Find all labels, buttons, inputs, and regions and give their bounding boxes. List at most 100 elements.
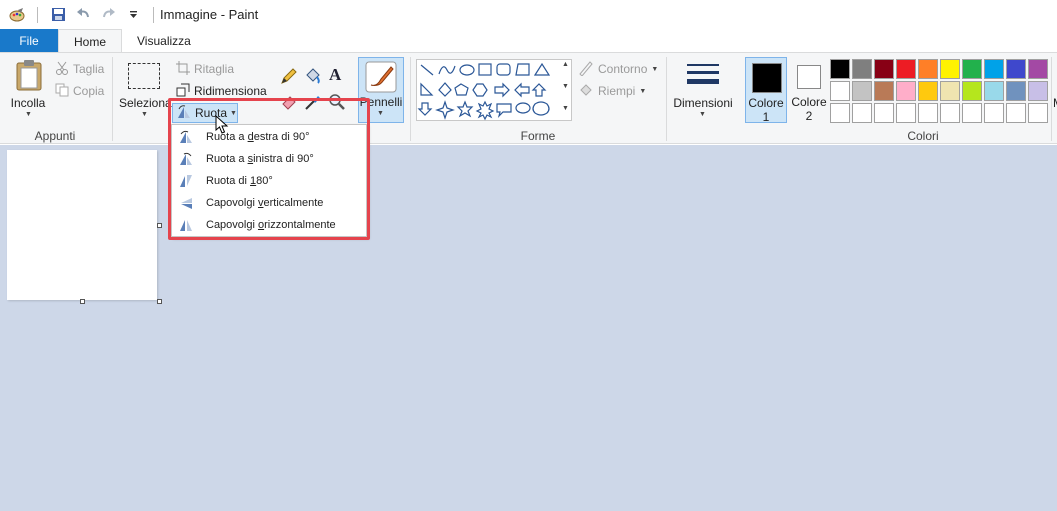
- palette-swatch[interactable]: [874, 59, 894, 79]
- paste-caret-icon[interactable]: ▼: [25, 111, 32, 118]
- rotate-left-icon: [178, 151, 194, 167]
- brushes-button[interactable]: Pennelli ▼: [358, 57, 404, 123]
- shapes-scroll[interactable]: ▲ ▼ ▼: [560, 59, 572, 121]
- palette-swatch-empty[interactable]: [852, 103, 872, 123]
- fill-caret-icon: ▼: [639, 87, 647, 95]
- palette-swatch-empty[interactable]: [874, 103, 894, 123]
- color1-label: Colore: [748, 96, 784, 110]
- palette-swatch[interactable]: [918, 59, 938, 79]
- flip-horizontal-icon: [178, 217, 194, 233]
- size-caret-icon: ▼: [699, 111, 706, 118]
- copy-button[interactable]: Copia: [55, 81, 104, 101]
- crop-button[interactable]: Ritaglia: [176, 59, 234, 79]
- palette-swatch[interactable]: [830, 81, 850, 101]
- palette-swatch[interactable]: [874, 81, 894, 101]
- scroll-up-icon[interactable]: ▲: [562, 61, 569, 68]
- resize-handle-bottom[interactable]: [80, 299, 85, 304]
- palette-swatch-empty[interactable]: [830, 103, 850, 123]
- paint-app-icon[interactable]: [8, 6, 26, 24]
- size-button[interactable]: Dimensioni ▼: [671, 57, 735, 123]
- resize-handle-right[interactable]: [157, 223, 162, 228]
- menu-flip-vertical[interactable]: Capovolgi verticalmente: [172, 192, 366, 214]
- group-separator: [1051, 57, 1052, 141]
- shapes-group-label: Forme: [520, 129, 556, 143]
- canvas-workspace[interactable]: [0, 145, 1057, 511]
- scroll-down-icon[interactable]: ▼: [562, 83, 569, 90]
- mouse-cursor-icon: [215, 114, 229, 138]
- expand-icon[interactable]: ▼: [562, 105, 569, 112]
- palette-swatch-empty[interactable]: [1006, 103, 1026, 123]
- color1-button[interactable]: Colore 1: [745, 57, 787, 124]
- text-tool-icon[interactable]: A: [329, 65, 341, 85]
- tab-file[interactable]: File: [0, 29, 58, 53]
- rotate-icon: [176, 104, 192, 122]
- brush-icon: [365, 61, 397, 96]
- palette-swatch[interactable]: [852, 59, 872, 79]
- palette-swatch[interactable]: [962, 59, 982, 79]
- palette-swatch[interactable]: [1028, 81, 1048, 101]
- fill-icon[interactable]: [304, 67, 322, 88]
- palette-swatch[interactable]: [1006, 59, 1026, 79]
- palette-swatch[interactable]: [984, 81, 1004, 101]
- select-button[interactable]: Seleziona: [115, 96, 172, 110]
- palette-swatch-empty[interactable]: [918, 103, 938, 123]
- resize-button[interactable]: Ridimensiona: [176, 81, 267, 101]
- separator: [153, 6, 154, 23]
- palette-swatch-empty[interactable]: [984, 103, 1004, 123]
- color2-label: Colore: [791, 95, 827, 109]
- resize-handle-corner[interactable]: [157, 299, 162, 304]
- palette-swatch[interactable]: [918, 81, 938, 101]
- fill-shape-icon: [578, 82, 594, 101]
- menu-rotate-left[interactable]: Ruota a sinistra di 90°: [172, 148, 366, 170]
- palette-swatch[interactable]: [830, 59, 850, 79]
- outline-button[interactable]: Contorno ▼: [578, 59, 658, 79]
- palette-swatch-empty[interactable]: [940, 103, 960, 123]
- color-picker-icon[interactable]: [304, 93, 322, 114]
- cut-label: Taglia: [73, 62, 105, 76]
- palette-swatch[interactable]: [1006, 81, 1026, 101]
- undo-icon[interactable]: [74, 6, 92, 24]
- tab-view[interactable]: Visualizza: [122, 29, 206, 53]
- palette-swatch[interactable]: [896, 59, 916, 79]
- fill-button[interactable]: Riempi ▼: [578, 81, 646, 101]
- select-icon[interactable]: [128, 63, 160, 89]
- menu-rotate-right[interactable]: Ruota a destra di 90°: [172, 126, 366, 148]
- outline-icon: [578, 60, 594, 79]
- pencil-icon[interactable]: [280, 67, 298, 88]
- line-width-icon: [687, 63, 719, 92]
- menu-rotate-180[interactable]: Ruota di 180°: [172, 170, 366, 192]
- redo-icon[interactable]: [99, 6, 117, 24]
- palette-swatch[interactable]: [896, 81, 916, 101]
- copy-label: Copia: [73, 84, 105, 98]
- tab-home[interactable]: Home: [58, 29, 123, 53]
- save-icon[interactable]: [49, 6, 67, 24]
- select-caret-icon[interactable]: ▼: [141, 111, 148, 118]
- palette-swatch[interactable]: [1028, 59, 1048, 79]
- palette-swatch[interactable]: [940, 81, 960, 101]
- paste-button[interactable]: Incolla: [8, 96, 48, 110]
- clipboard-icon[interactable]: [16, 59, 42, 94]
- palette-swatch[interactable]: [852, 81, 872, 101]
- window-title: Immagine - Paint: [160, 7, 259, 22]
- palette-swatch[interactable]: [962, 81, 982, 101]
- magnifier-icon[interactable]: [328, 93, 346, 114]
- palette-swatch-empty[interactable]: [896, 103, 916, 123]
- rotate-right-icon: [178, 129, 194, 145]
- customize-toolbar-icon[interactable]: [124, 6, 142, 24]
- size-label: Dimensioni: [673, 96, 733, 110]
- outline-label: Contorno: [598, 62, 648, 76]
- palette-swatch[interactable]: [940, 59, 960, 79]
- palette-swatch-empty[interactable]: [1028, 103, 1048, 123]
- menu-flip-horizontal-label: Capovolgi orizzontalmente: [206, 219, 336, 231]
- more-colors-button[interactable]: M: [1053, 96, 1057, 110]
- palette-swatch[interactable]: [984, 59, 1004, 79]
- eraser-icon[interactable]: [280, 93, 298, 114]
- crop-icon: [176, 60, 190, 78]
- rotate-caret-icon: ▼: [230, 109, 237, 117]
- drawing-canvas[interactable]: [7, 150, 157, 300]
- menu-flip-horizontal[interactable]: Capovolgi orizzontalmente: [172, 214, 366, 236]
- shapes-gallery[interactable]: [416, 59, 572, 121]
- cut-button[interactable]: Taglia: [55, 59, 104, 79]
- color2-button[interactable]: Colore 2: [788, 57, 830, 123]
- palette-swatch-empty[interactable]: [962, 103, 982, 123]
